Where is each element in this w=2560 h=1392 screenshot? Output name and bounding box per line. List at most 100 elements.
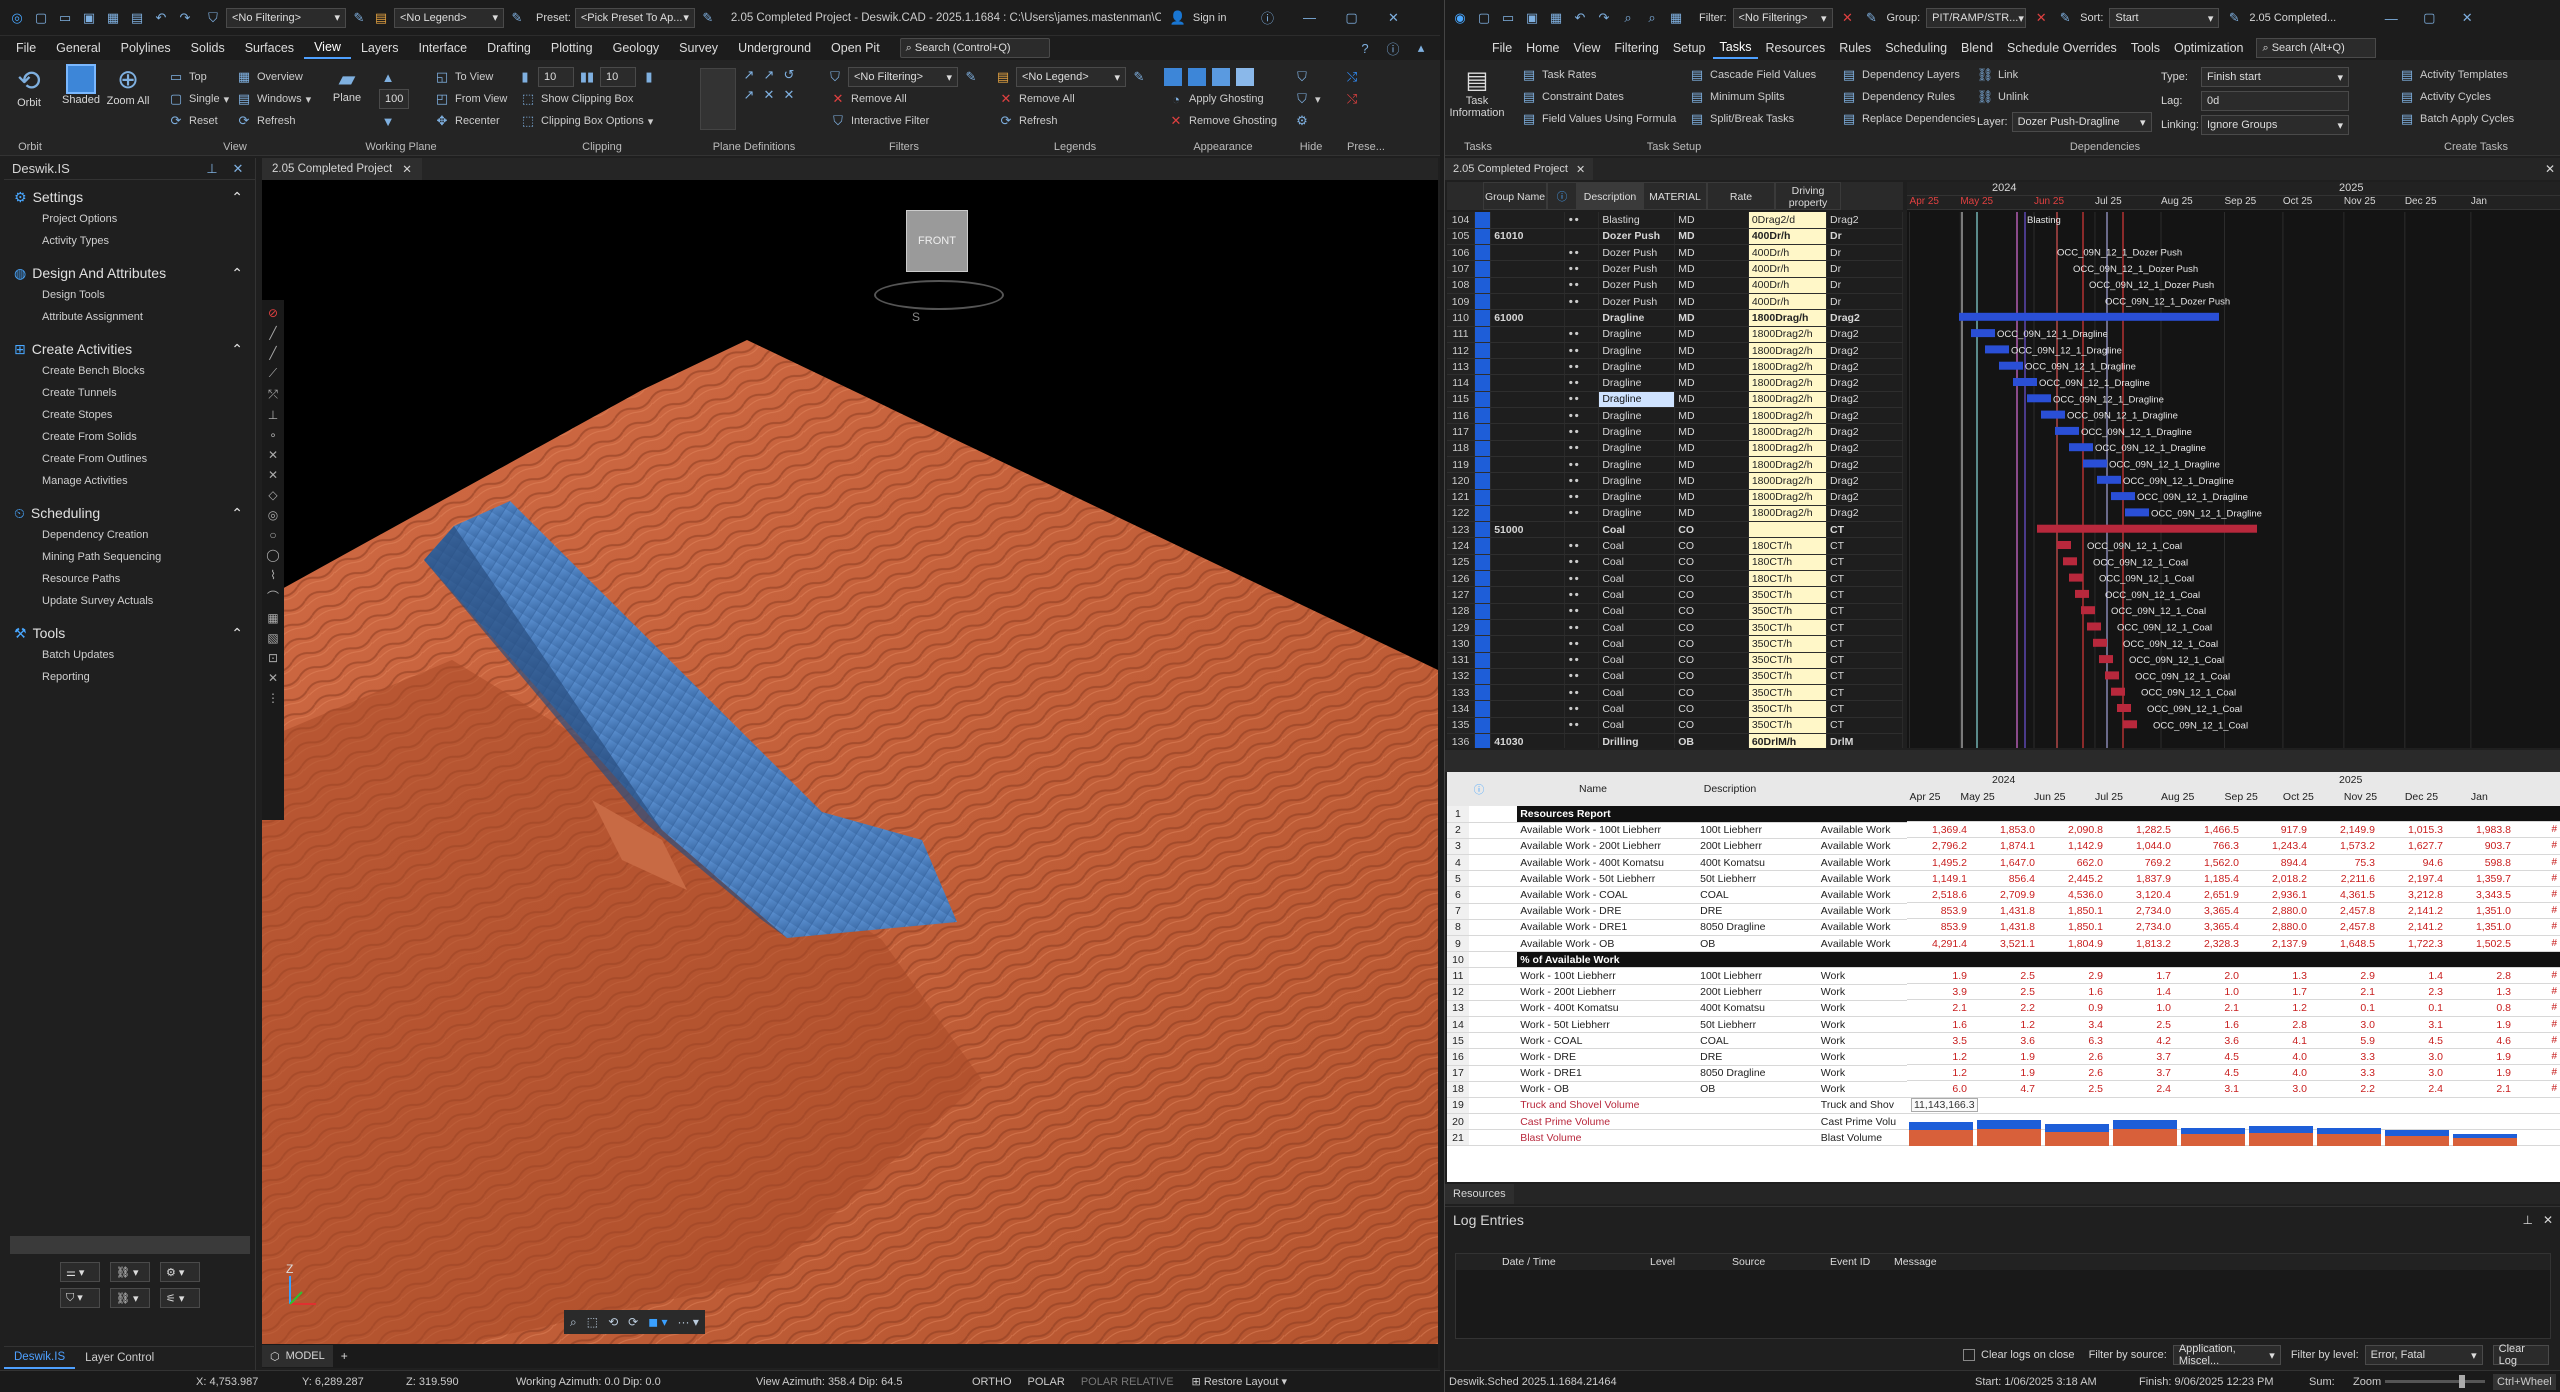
cad-menu-drafting[interactable]: Drafting (477, 37, 541, 59)
sched-open-icon[interactable]: ▭ (1499, 9, 1517, 27)
doc-tab-close-icon[interactable]: ✕ (402, 162, 412, 176)
zoom-slider-thumb[interactable] (2459, 1375, 2465, 1388)
table-row[interactable]: 134 ⚫⚫ Coal CO 350CT/h CT (1447, 700, 1903, 718)
row-material[interactable]: MD (1674, 423, 1749, 441)
row-driving-property[interactable]: Dr (1826, 277, 1903, 294)
resource-row[interactable]: 10 % of Available Work (1447, 951, 1907, 969)
info-icon[interactable]: ⓘ (1259, 9, 1277, 27)
sched-menu-rules[interactable]: Rules (1832, 37, 1878, 59)
sched-sort-edit-icon[interactable]: ✎ (2225, 9, 2243, 27)
row-driving-property[interactable]: Drag2 (1826, 505, 1903, 523)
cad-menu-surfaces[interactable]: Surfaces (235, 37, 304, 59)
res-row-type[interactable]: Work (1817, 1016, 1907, 1034)
col-rate[interactable]: Rate (1707, 182, 1775, 210)
res-row-type[interactable]: Available Work (1817, 919, 1907, 937)
row-rate[interactable]: 400Dr/h (1748, 228, 1828, 246)
resource-row[interactable]: 9 Available Work - OB OB Available Work (1447, 935, 1907, 953)
restore-layout-button[interactable]: ⊞ Restore Layout ▾ (1192, 1375, 1287, 1388)
row-rate[interactable]: 1800Drag2/h (1748, 456, 1828, 474)
cad-legend-select[interactable]: <No Legend> ▾ (394, 7, 504, 28)
res-row-name[interactable]: Work - 400t Komatsu (1517, 1000, 1698, 1017)
row-material[interactable]: CO (1674, 652, 1749, 669)
row-rate[interactable]: 180CT/h (1748, 570, 1828, 588)
res-row-type[interactable]: Available Work (1817, 870, 1907, 888)
gantt-task-bar[interactable] (2083, 459, 2107, 468)
res-row-description[interactable]: 100t Liebherr (1697, 967, 1818, 985)
cad-menu-geology[interactable]: Geology (603, 37, 670, 59)
undo-icon[interactable]: ↶ (152, 9, 170, 27)
side-item-design-tools[interactable]: Design Tools (4, 284, 255, 306)
res-row-type[interactable] (1817, 806, 1907, 823)
task-rates-button[interactable]: ▤ Task Rates (1517, 64, 1679, 86)
clear-log-button[interactable]: Clear Log (2492, 1343, 2549, 1367)
row-material[interactable]: MD (1674, 358, 1749, 376)
res-row-name[interactable]: Work - 200t Liebherr (1517, 984, 1698, 1001)
row-material[interactable]: MD (1674, 228, 1749, 246)
row-description[interactable]: Coal (1598, 635, 1676, 653)
gantt-task-bar[interactable] (2055, 426, 2079, 435)
row-material[interactable]: MD (1674, 489, 1749, 506)
tab-layer-control[interactable]: Layer Control (75, 1347, 164, 1369)
table-row[interactable]: 106 ⚫⚫ Dozer Push MD 400Dr/h Dr (1447, 244, 1903, 262)
res-row-type[interactable] (1817, 951, 1907, 969)
sched-new-icon[interactable]: ▢ (1475, 9, 1493, 27)
vp-tool-12-icon[interactable]: ○ (269, 528, 276, 542)
row-driving-property[interactable]: Dr (1826, 293, 1903, 311)
dependency-type-select[interactable]: Finish start ▾ (2201, 67, 2349, 87)
row-material[interactable]: CO (1674, 570, 1749, 588)
row-material[interactable]: MD (1674, 472, 1749, 490)
grid-splitter[interactable] (1445, 750, 2560, 772)
sched-saveas-icon[interactable]: ▦ (1547, 9, 1565, 27)
table-row[interactable]: 130 ⚫⚫ Coal CO 350CT/h CT (1447, 635, 1903, 653)
clip-front-input[interactable]: 10 (538, 67, 574, 87)
gantt-task-bar[interactable] (2057, 541, 2071, 549)
row-description[interactable]: Dozer Push (1598, 260, 1676, 278)
res-row-description[interactable] (1697, 951, 1818, 969)
resource-row[interactable]: 16 Work - DRE DRE Work (1447, 1048, 1907, 1066)
row-driving-property[interactable]: Dr (1826, 260, 1903, 278)
row-description[interactable]: Coal (1598, 537, 1676, 555)
row-material[interactable]: CO (1674, 619, 1749, 637)
remove-all-legends-button[interactable]: ✕ Remove All (994, 88, 1148, 110)
row-material[interactable]: CO (1674, 554, 1749, 572)
vp-tool-16-icon[interactable]: ▦ (267, 611, 278, 625)
row-rate[interactable]: 1800Drag2/h (1748, 326, 1828, 343)
sched-menu-schedule-overrides[interactable]: Schedule Overrides (2000, 37, 2124, 59)
row-driving-property[interactable]: Drag2 (1826, 456, 1903, 474)
res-row-description[interactable]: COAL (1697, 1032, 1818, 1050)
print-icon[interactable]: ▤ (128, 9, 146, 27)
side-item-manage-activities[interactable]: Manage Activities (4, 470, 255, 492)
row-rate[interactable]: 1800Drag2/h (1748, 358, 1828, 376)
vp-tool-14-icon[interactable]: ⌇ (270, 568, 276, 582)
res-row-type[interactable]: Available Work (1817, 886, 1907, 904)
constraint-dates-button[interactable]: ▤ Constraint Dates (1517, 86, 1679, 108)
row-description[interactable]: Drilling (1598, 733, 1676, 748)
hide-options-button[interactable]: ⛉ ▾ (1290, 88, 1324, 110)
row-driving-property[interactable]: Drag2 (1826, 423, 1903, 441)
sched-grid-icon[interactable]: ▦ (1667, 9, 1685, 27)
view-cube-ring[interactable] (874, 280, 1004, 310)
gantt-task-bar[interactable] (2081, 606, 2095, 615)
row-driving-property[interactable]: CT (1826, 635, 1903, 653)
edit-filter-icon[interactable]: ✎ (350, 9, 368, 27)
row-driving-property[interactable]: Drag2 (1826, 342, 1903, 360)
sched-menu-blend[interactable]: Blend (1954, 37, 2000, 59)
gantt-task-bar[interactable] (2125, 508, 2149, 517)
show-clipping-box-button[interactable]: ⬚ Show Clipping Box (516, 88, 658, 110)
ribbon-legend-select[interactable]: <No Legend> ▾ (1016, 67, 1126, 87)
res-row-type[interactable]: Available Work (1817, 822, 1907, 839)
res-row-name[interactable]: Work - OB (1517, 1081, 1698, 1098)
vp-tool-20-icon[interactable]: ⋮ (267, 691, 279, 705)
res-row-name[interactable]: Available Work - OB (1517, 935, 1698, 953)
table-row[interactable]: 110 61000 Dragline MD 1800Drag/h Drag2 (1447, 309, 1903, 327)
table-row[interactable]: 128 ⚫⚫ Coal CO 350CT/h CT (1447, 603, 1903, 620)
row-driving-property[interactable]: CT (1826, 537, 1903, 555)
side-item-resource-paths[interactable]: Resource Paths (4, 568, 255, 590)
row-rate[interactable]: 350CT/h (1748, 700, 1828, 718)
res-row-name[interactable]: Available Work - 400t Komatsu (1517, 854, 1698, 872)
row-description[interactable]: Dragline (1598, 505, 1676, 523)
side-item-create-stopes[interactable]: Create Stopes (4, 404, 255, 426)
row-driving-property[interactable]: Drag2 (1826, 472, 1903, 490)
vp-tool-1-icon[interactable]: ⊘ (268, 306, 278, 320)
res-row-description[interactable]: 8050 Dragline (1697, 1065, 1818, 1082)
